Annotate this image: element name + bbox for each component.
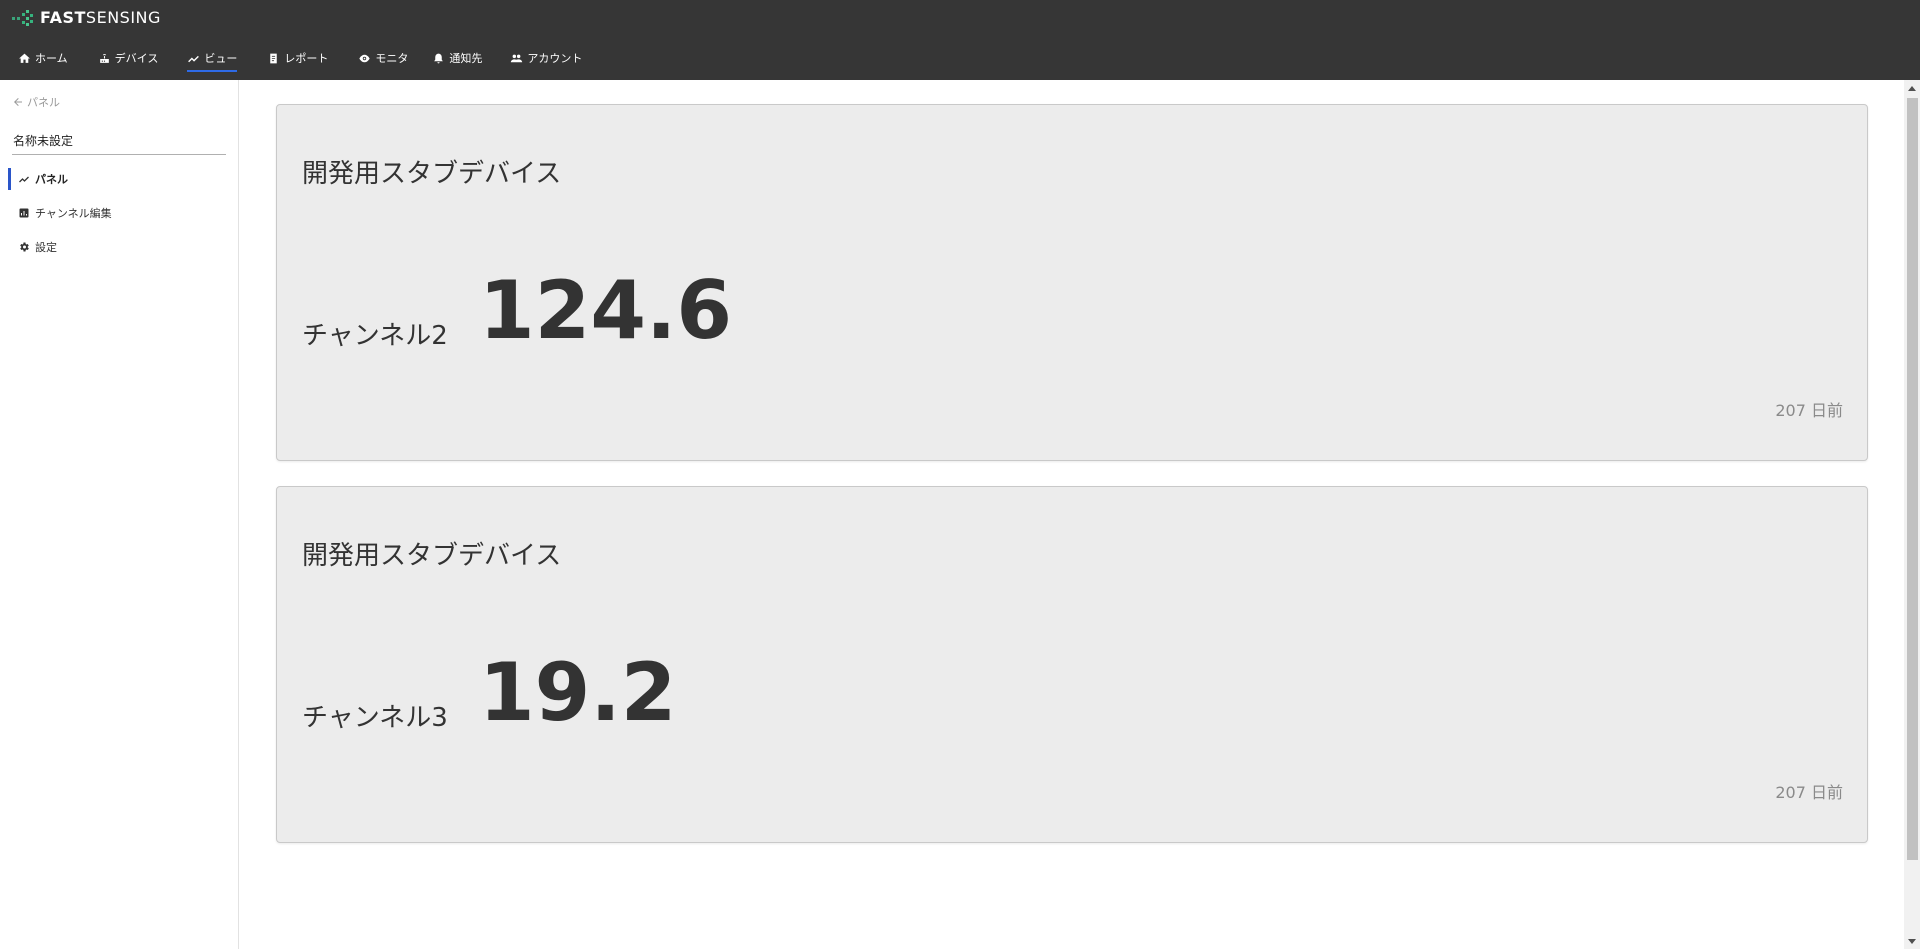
bell-icon [434,53,444,63]
nav-item-account[interactable]: アカウント [510,44,582,72]
router-icon [99,53,109,63]
nav-item-report[interactable]: レポート [267,44,328,72]
brand-mark-icon [12,10,33,26]
top-bar: FASTSENSING ホーム デバイス ビュー レポート モニタ 通知先 アカ… [0,0,1920,80]
sidebar: パネル 名称未設定 パネル チャンネル編集 設定 [0,80,239,949]
channel-name: チャンネル2 [302,321,448,351]
nav-item-label: レポート [284,52,329,65]
channel-value: 124.6 [479,264,733,357]
nav-item-label: ホーム [35,52,68,65]
channel-value: 19.2 [479,646,677,739]
back-link[interactable]: パネル [12,94,60,110]
gear-icon [20,242,29,252]
scrollbar-thumb[interactable] [1907,98,1918,860]
value-panel[interactable]: 開発用スタブデバイス チャンネル2 124.6 207 日前 [276,104,1868,461]
nav-item-label: ビュー [204,52,238,65]
home-icon [19,53,30,63]
last-updated: 207 日前 [1775,783,1843,802]
eye-icon [359,54,370,62]
panel-title: 開発用スタブデバイス [302,159,562,189]
vertical-scrollbar[interactable] [1904,80,1920,949]
sidebar-item-settings[interactable]: 設定 [8,236,228,258]
scroll-up-button[interactable] [1904,82,1920,94]
nav-item-label: デバイス [114,52,159,65]
nav-item-view[interactable]: ビュー [187,44,238,72]
scroll-down-button[interactable] [1904,935,1920,947]
value-panel[interactable]: 開発用スタブデバイス チャンネル3 19.2 207 日前 [276,486,1868,843]
brand-name: FASTSENSING [40,8,161,28]
triangle-up-icon [1908,85,1916,91]
nav-item-label: 通知先 [449,52,483,65]
triangle-down-icon [1908,938,1916,944]
brand-name-bold: FAST [40,8,86,27]
nav-item-monitor[interactable]: モニタ [358,44,408,72]
people-icon [511,54,523,62]
chart-box-icon [19,208,29,218]
clipboard-icon [270,53,278,63]
nav-item-notify[interactable]: 通知先 [432,44,482,72]
sidebar-item-panel[interactable]: パネル [8,168,228,190]
nav-item-home[interactable]: ホーム [18,44,68,72]
nav-item-label: アカウント [527,52,583,65]
panel-title: 開発用スタブデバイス [302,541,562,571]
brand-name-rest: SENSING [85,8,161,27]
sidebar-item-label: パネル [35,173,68,186]
last-updated: 207 日前 [1775,401,1843,420]
nav-item-label: モニタ [375,52,409,65]
sidebar-item-label: チャンネル編集 [35,207,112,220]
sidebar-item-label: 設定 [35,241,57,254]
divider [12,154,226,155]
main-nav: ホーム デバイス ビュー レポート モニタ 通知先 アカウント [0,44,582,74]
nav-item-devices[interactable]: デバイス [98,44,159,72]
channel-name: チャンネル3 [302,703,448,733]
view-title: 名称未設定 [13,134,74,148]
sidebar-item-channel-edit[interactable]: チャンネル編集 [8,202,228,224]
trend-icon [188,55,200,62]
main-content: 開発用スタブデバイス チャンネル2 124.6 207 日前 開発用スタブデバイ… [240,80,1904,949]
trend-icon [19,176,29,183]
arrow-left-icon [14,98,22,106]
back-link-label: パネル [27,96,60,109]
brand-logo[interactable]: FASTSENSING [12,8,161,28]
